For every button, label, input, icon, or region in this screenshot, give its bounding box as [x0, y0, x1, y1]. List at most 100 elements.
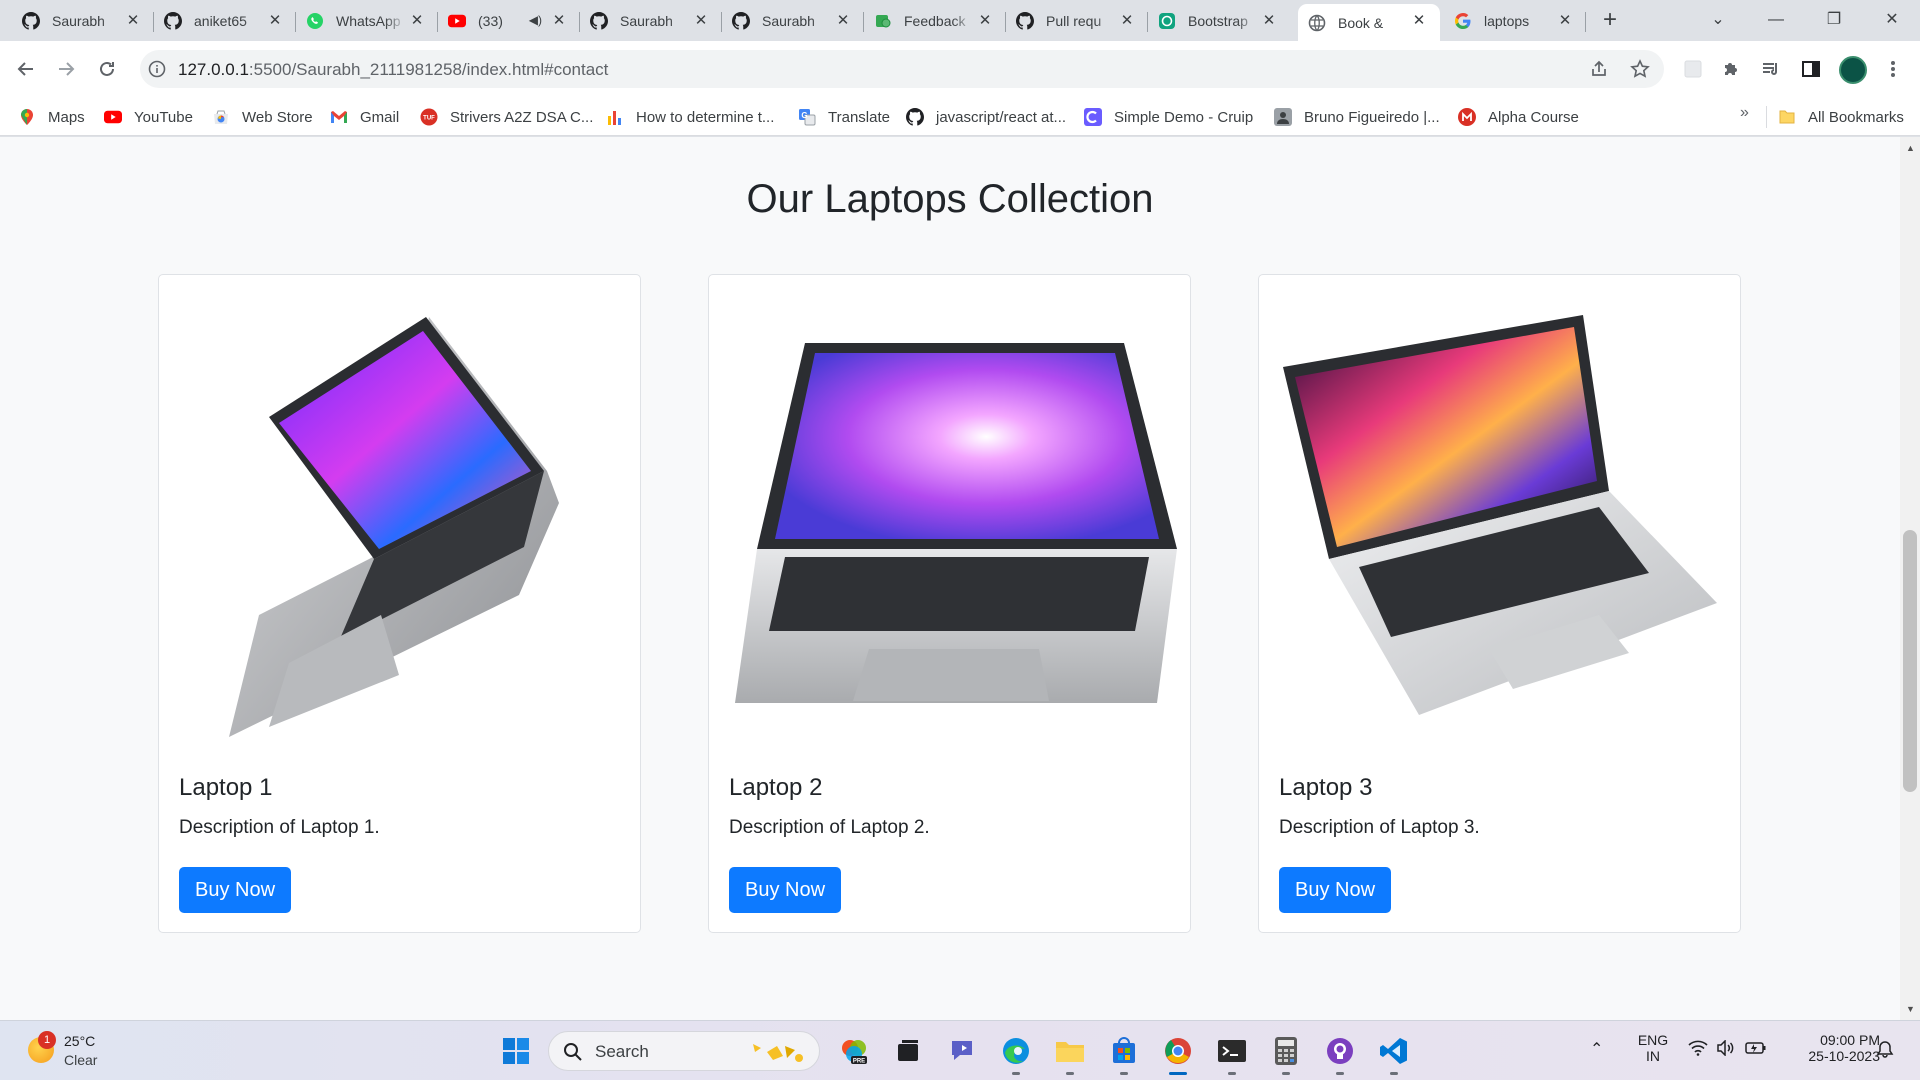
calculator-icon[interactable]	[1268, 1033, 1304, 1075]
tab-3[interactable]: WhatsApp ✕	[296, 4, 438, 38]
tab-10-active[interactable]: Book & ✕	[1298, 4, 1440, 41]
back-arrow-icon[interactable]	[10, 53, 42, 85]
language-code: ENG	[1637, 1032, 1669, 1048]
weather-widget[interactable]: 1 25°C Clear	[24, 1031, 144, 1071]
tab-9[interactable]: Bootstrap ✕	[1148, 4, 1290, 38]
notification-bell-icon[interactable]	[1876, 1040, 1894, 1080]
bookmark-label: Web Store	[242, 108, 313, 126]
close-icon[interactable]: ✕	[692, 12, 710, 30]
bookmark-web-store[interactable]: Web Store	[212, 106, 313, 128]
copilot-preview-icon[interactable]: PRE	[836, 1033, 872, 1069]
bookmark-translate[interactable]: G Translate	[798, 106, 890, 128]
product-description: Description of Laptop 1.	[179, 817, 380, 838]
bookmark-simple-demo[interactable]: Simple Demo - Cruip	[1084, 106, 1253, 128]
close-icon[interactable]: ✕	[266, 12, 284, 30]
tab-2[interactable]: aniket65 ✕	[154, 4, 296, 38]
bookmark-gmail[interactable]: Gmail	[330, 106, 399, 128]
tab-search-icon[interactable]: ⌄	[1696, 6, 1740, 34]
microsoft-store-icon[interactable]	[1106, 1033, 1142, 1075]
tray-overflow-icon[interactable]: ⌃	[1590, 1039, 1603, 1080]
bookmark-bruno-figueiredo[interactable]: Bruno Figueiredo |...	[1274, 106, 1440, 128]
tab-label: Feedback	[904, 13, 966, 29]
whatsapp-icon	[306, 12, 324, 30]
taskbar-search[interactable]: Search	[548, 1031, 820, 1071]
buy-now-button-3[interactable]: Buy Now	[1279, 867, 1392, 913]
close-icon[interactable]: ✕	[976, 12, 994, 30]
buy-now-button-2[interactable]: Buy Now	[729, 867, 842, 913]
tab-11[interactable]: laptops ✕	[1444, 4, 1586, 38]
page-scrollbar[interactable]: ▲ ▼	[1900, 137, 1920, 1020]
bookmark-label: Gmail	[360, 108, 400, 126]
tab-8[interactable]: Pull requ ✕	[1006, 4, 1148, 38]
bookmark-star-icon[interactable]	[1629, 58, 1651, 80]
bookmarks-overflow-icon[interactable]: »	[1740, 104, 1749, 122]
reload-icon[interactable]	[91, 53, 123, 85]
all-bookmarks-button[interactable]: All Bookmarks	[1778, 106, 1904, 128]
close-icon[interactable]: ✕	[1410, 12, 1428, 30]
minimize-icon[interactable]: —	[1754, 6, 1798, 34]
tab-strip: Saurabh ✕ aniket65 ✕ WhatsApp ✕ (33) ◀) …	[0, 0, 1920, 41]
github-desktop-icon[interactable]	[1322, 1033, 1358, 1075]
windows-start-icon[interactable]	[498, 1033, 534, 1069]
product-card-1: Laptop 1 Description of Laptop 1. Buy No…	[158, 274, 641, 933]
wifi-icon[interactable]	[1688, 1040, 1708, 1080]
bookmark-youtube[interactable]: YouTube	[104, 106, 193, 128]
chatgpt-icon	[1158, 12, 1176, 30]
tab-label: WhatsApp	[336, 13, 401, 29]
bookmark-javascript-react[interactable]: javascript/react at...	[906, 106, 1066, 128]
extension-blank-icon[interactable]	[1679, 55, 1707, 83]
media-queue-icon[interactable]	[1757, 55, 1785, 83]
close-icon[interactable]: ✕	[834, 12, 852, 30]
chrome-icon[interactable]	[1160, 1033, 1196, 1075]
close-icon[interactable]: ✕	[408, 12, 426, 30]
bookmark-alpha-course[interactable]: Alpha Course	[1458, 106, 1579, 128]
volume-icon[interactable]	[1716, 1039, 1736, 1080]
folder-icon	[1778, 108, 1796, 126]
speaker-icon[interactable]: ◀)	[529, 13, 542, 27]
bookmark-how-to-determine[interactable]: How to determine t...	[606, 106, 774, 128]
side-panel-icon[interactable]	[1797, 55, 1825, 83]
tab-4[interactable]: (33) ◀) ✕	[438, 4, 580, 38]
window-close-icon[interactable]: ✕	[1870, 6, 1914, 34]
menu-kebab-icon[interactable]	[1879, 55, 1907, 83]
page-viewport: Our Laptops Collection Laptop 1 Descript…	[0, 137, 1920, 1020]
notification-badge: 1	[38, 1031, 56, 1049]
tab-1[interactable]: Saurabh ✕	[12, 4, 154, 38]
tab-label: Pull requ	[1046, 13, 1102, 29]
battery-icon[interactable]	[1745, 1041, 1767, 1080]
input-language[interactable]: ENG IN	[1636, 1032, 1670, 1080]
tab-7[interactable]: Feedback ✕	[864, 4, 1006, 38]
scrollbar-thumb[interactable]	[1903, 530, 1917, 792]
profile-avatar[interactable]	[1839, 56, 1867, 84]
bookmark-label: Strivers A2Z DSA C...	[450, 108, 594, 126]
site-info-icon[interactable]	[148, 60, 166, 78]
share-icon[interactable]	[1588, 58, 1610, 80]
scroll-up-arrow-icon[interactable]: ▲	[1906, 143, 1915, 153]
github-icon	[590, 12, 608, 30]
new-tab-button[interactable]: +	[1596, 8, 1624, 34]
extensions-puzzle-icon[interactable]	[1717, 55, 1745, 83]
url-text[interactable]: 127.0.0.1:5500/Saurabh_2111981258/index.…	[178, 60, 608, 80]
close-icon[interactable]: ✕	[550, 12, 568, 30]
terminal-icon[interactable]	[1214, 1033, 1250, 1075]
buy-now-button-1[interactable]: Buy Now	[179, 867, 292, 913]
forward-arrow-icon[interactable]	[50, 53, 82, 85]
tab-6[interactable]: Saurabh ✕	[722, 4, 864, 38]
teams-chat-icon[interactable]	[944, 1033, 980, 1069]
tab-5[interactable]: Saurabh ✕	[580, 4, 722, 38]
file-explorer-icon[interactable]	[1052, 1033, 1088, 1075]
address-bar[interactable]: 127.0.0.1:5500/Saurabh_2111981258/index.…	[140, 50, 1664, 88]
vscode-icon[interactable]	[1376, 1033, 1412, 1075]
task-view-icon[interactable]	[890, 1033, 926, 1069]
close-icon[interactable]: ✕	[124, 12, 142, 30]
edge-browser-icon[interactable]	[998, 1033, 1034, 1075]
close-icon[interactable]: ✕	[1260, 12, 1278, 30]
bookmark-strivers[interactable]: TUF Strivers A2Z DSA C...	[420, 106, 593, 128]
tab-label: Saurabh	[620, 13, 673, 29]
scroll-down-arrow-icon[interactable]: ▼	[1906, 1004, 1915, 1014]
system-clock[interactable]: 09:00 PM 25-10-2023	[1780, 1032, 1880, 1080]
close-icon[interactable]: ✕	[1118, 12, 1136, 30]
bookmark-maps[interactable]: Maps	[18, 106, 85, 128]
restore-icon[interactable]: ❐	[1812, 6, 1856, 34]
close-icon[interactable]: ✕	[1556, 12, 1574, 30]
